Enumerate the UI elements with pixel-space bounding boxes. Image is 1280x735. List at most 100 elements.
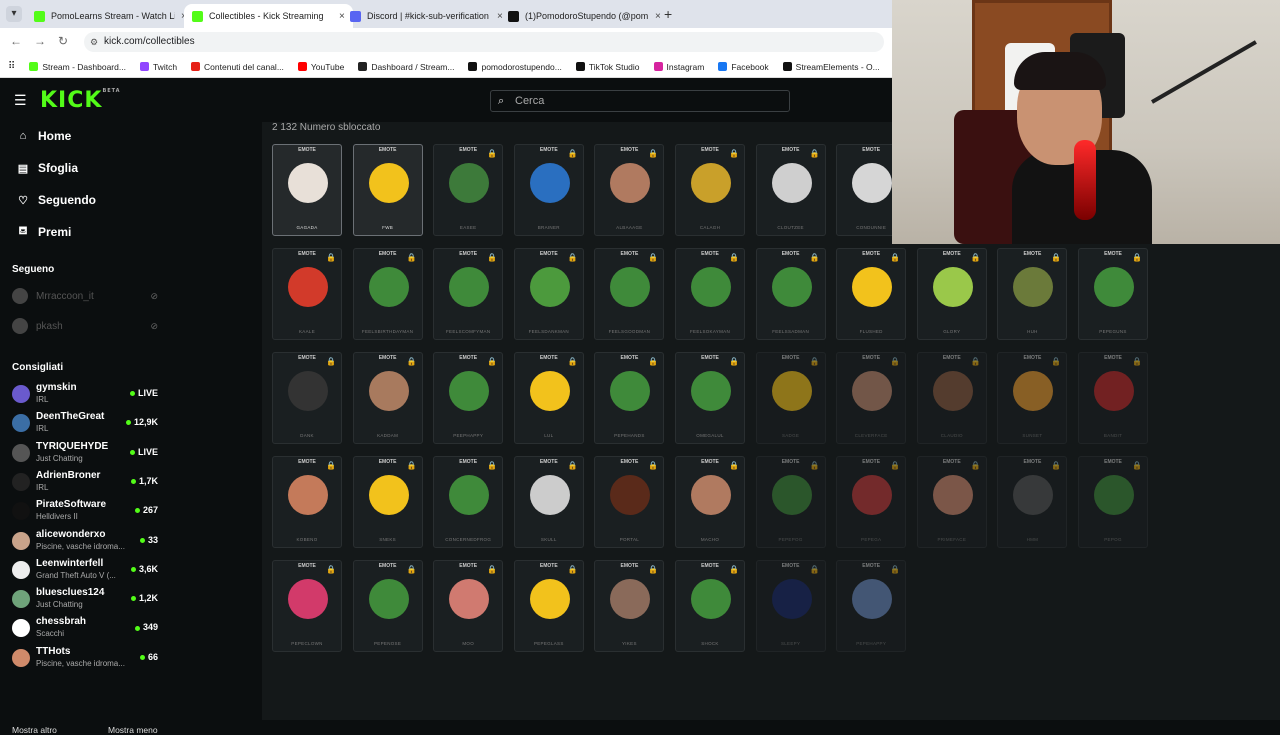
following-item[interactable]: Mrraccoon_it ⊘	[12, 286, 162, 306]
url-field[interactable]: ⚙ kick.com/collectibles	[84, 32, 884, 52]
bookmark[interactable]: Contenuti del canal...	[191, 62, 284, 72]
search-input[interactable]: ⌕ Cerca	[490, 90, 790, 112]
bookmark-favicon-icon	[358, 62, 368, 71]
back-icon[interactable]: ←	[10, 34, 22, 48]
emote-card[interactable]: EMOTE 🔒 PRIMEFACE	[916, 456, 987, 548]
following-item[interactable]: pkash ⊘	[12, 316, 162, 336]
emote-card[interactable]: EMOTE 🔒 KAALE	[272, 248, 342, 340]
emote-card[interactable]: EMOTE 🔒 SUNSET	[997, 352, 1068, 444]
emote-card[interactable]: EMOTE 🔒 PEPEGLASS	[513, 560, 584, 652]
emote-name: GLORY	[943, 329, 961, 334]
emote-card[interactable]: EMOTE 🔒 PEPOG	[1078, 456, 1148, 548]
emote-card[interactable]: EMOTE 🔒 PEPEPOG	[755, 456, 826, 548]
new-tab-icon[interactable]: +	[664, 6, 672, 22]
menu-icon[interactable]: ☰	[14, 92, 27, 109]
emote-name: BANDIT	[1103, 433, 1123, 438]
tab-close-icon[interactable]: ×	[655, 11, 661, 22]
emote-card[interactable]: EMOTE 🔒 FEELSSADMAN	[755, 248, 826, 340]
emote-card[interactable]: EMOTE 🔒 BRAINER	[513, 144, 584, 236]
recommended-channel[interactable]: TYRIQUEHYDE Just Chatting LIVE	[12, 439, 162, 467]
browser-tab[interactable]: (1)PomodoroStupendo (@pom ×	[500, 4, 669, 28]
browser-tab[interactable]: Collectibles - Kick Streaming ×	[184, 4, 353, 28]
bookmark[interactable]: StreamElements - O...	[782, 62, 880, 72]
emote-card[interactable]: EMOTE 🔒 KOBENO	[272, 456, 342, 548]
emote-card[interactable]: EMOTE 🔒 CLAUDIO	[916, 352, 987, 444]
apps-icon[interactable]: ⠿	[8, 61, 15, 72]
browser-tab[interactable]: Discord | #kick-sub-verification ×	[342, 4, 511, 28]
sidebar-item-home[interactable]: ⌂ Home	[16, 126, 72, 146]
sidebar-item-seguendo[interactable]: ♡ Seguendo	[16, 190, 96, 210]
tab-search-icon[interactable]: ▾	[6, 6, 22, 22]
bookmark[interactable]: YouTube	[297, 62, 344, 72]
emote-card[interactable]: EMOTE 🔒 MACHO	[675, 456, 745, 548]
sidebar-item-premi[interactable]: ⛾ Premi	[16, 222, 72, 242]
channel-name: alicewonderxo	[36, 528, 106, 540]
reload-icon[interactable]: ↻	[58, 34, 68, 48]
site-info-icon[interactable]: ⚙	[90, 32, 98, 52]
forward-icon[interactable]: →	[34, 34, 46, 48]
emote-card[interactable]: EMOTE 🔒 FEELSCOMFYMAN	[433, 248, 504, 340]
recommended-channel[interactable]: DeenTheGreat IRL 12,9K	[12, 409, 162, 437]
emote-card[interactable]: EMOTE 🔒 EASEE	[433, 144, 504, 236]
emote-card[interactable]: EMOTE 🔒 SNEKS	[352, 456, 423, 548]
recommended-channel[interactable]: TTHots Piscine, vasche idroma... 66	[12, 644, 162, 672]
emote-card[interactable]: EMOTE 🔒 PEPEGA	[836, 456, 907, 548]
recommended-channel[interactable]: bluesclues124 Just Chatting 1,2K	[12, 585, 162, 613]
recommended-channel[interactable]: AdrienBroner IRL 1,7K	[12, 468, 162, 496]
emote-card[interactable]: EMOTE 🔒 CONCERNEDFROG	[433, 456, 504, 548]
emote-card[interactable]: EMOTE 🔒 PEPECLOWN	[272, 560, 342, 652]
bookmark[interactable]: Facebook	[718, 62, 769, 72]
sidebar-item-sfoglia[interactable]: ▤ Sfoglia	[16, 158, 78, 178]
recommended-channel[interactable]: PirateSoftware Helldivers II 267	[12, 497, 162, 525]
emote-card[interactable]: EMOTE 🔒 SKULL	[513, 456, 584, 548]
emote-card[interactable]: EMOTE 🔒 HUH	[997, 248, 1068, 340]
bookmark[interactable]: TikTok Studio	[575, 62, 640, 72]
emote-card[interactable]: EMOTE 🔒 SADGE	[755, 352, 826, 444]
show-less-link[interactable]: Mostra meno	[108, 725, 158, 735]
emote-card[interactable]: EMOTE 🔒 MOO	[433, 560, 504, 652]
emote-card[interactable]: EMOTE FWB	[352, 144, 423, 236]
emote-card[interactable]: EMOTE 🔒 GLORY	[916, 248, 987, 340]
emote-card[interactable]: EMOTE 🔒 FEELSOKAYMAN	[675, 248, 745, 340]
recommended-channel[interactable]: gymskin IRL LIVE	[12, 380, 162, 408]
bookmark[interactable]: pomodorostupendo...	[468, 62, 562, 72]
emote-card[interactable]: EMOTE 🔒 SLEEPY	[755, 560, 826, 652]
emote-card[interactable]: EMOTE 🔒 CALAGH	[675, 144, 745, 236]
recommended-channel[interactable]: Leenwinterfell Grand Theft Auto V (... 3,6…	[12, 556, 162, 584]
emote-card[interactable]: EMOTE 🔒 YIKES	[594, 560, 665, 652]
emote-card[interactable]: EMOTE 🔒 FEELSDANKMAN	[513, 248, 584, 340]
bookmark[interactable]: Instagram	[653, 62, 704, 72]
browser-tab[interactable]: PomoLearns Stream - Watch Li×	[26, 4, 195, 28]
emote-card[interactable]: EMOTE 🔒 PEPENOSE	[352, 560, 423, 652]
emote-card[interactable]: EMOTE 🔒 FEELSBIRTHDAYMAN	[352, 248, 423, 340]
bookmark[interactable]: Dashboard / Stream...	[358, 62, 454, 72]
bookmark[interactable]: Stream - Dashboard...	[29, 62, 126, 72]
emote-card[interactable]: EMOTE 🔒 PEPEGUNS	[1078, 248, 1148, 340]
emote-card[interactable]: EMOTE 🔒 BANDIT	[1078, 352, 1148, 444]
live-dot-icon	[134, 508, 140, 514]
recommended-channel[interactable]: alicewonderxo Piscine, vasche idroma... 33	[12, 527, 162, 555]
emote-card[interactable]: EMOTE GAGADA	[272, 144, 342, 236]
kick-logo[interactable]: KICKBETA	[40, 88, 121, 113]
emote-card[interactable]: EMOTE 🔒 CLEVERFACE	[836, 352, 907, 444]
channel-name: Leenwinterfell	[36, 557, 104, 569]
show-more-link[interactable]: Mostra altro	[12, 725, 57, 735]
emote-card[interactable]: EMOTE 🔒 PEPEHANDS	[594, 352, 665, 444]
emote-card[interactable]: EMOTE 🔒 HMM	[997, 456, 1068, 548]
emote-card[interactable]: EMOTE 🔒 FEELSGOODMAN	[594, 248, 665, 340]
emote-card[interactable]: EMOTE 🔒 KADDAM	[352, 352, 423, 444]
recommended-channel[interactable]: chessbrah Scacchi 349	[12, 614, 162, 642]
emote-card[interactable]: EMOTE 🔒 PEPEHAPPY	[836, 560, 907, 652]
emote-card[interactable]: EMOTE 🔒 FLUSHED	[836, 248, 907, 340]
emote-card[interactable]: EMOTE 🔒 DANK	[272, 352, 342, 444]
viewer-count-text: 12,9K	[133, 417, 158, 428]
emote-card[interactable]: EMOTE 🔒 PORTAL	[594, 456, 665, 548]
emote-card[interactable]: EMOTE 🔒 OMEGALUL	[675, 352, 745, 444]
emote-image	[610, 579, 651, 619]
emote-card[interactable]: EMOTE 🔒 LUL	[513, 352, 584, 444]
emote-card[interactable]: EMOTE 🔒 PEEPHAPPY	[433, 352, 504, 444]
emote-card[interactable]: EMOTE 🔒 CLOUTZEE	[755, 144, 826, 236]
emote-card[interactable]: EMOTE 🔒 SHOCK	[675, 560, 745, 652]
emote-card[interactable]: EMOTE 🔒 ALBAAAGE	[594, 144, 665, 236]
bookmark[interactable]: Twitch	[139, 62, 177, 72]
